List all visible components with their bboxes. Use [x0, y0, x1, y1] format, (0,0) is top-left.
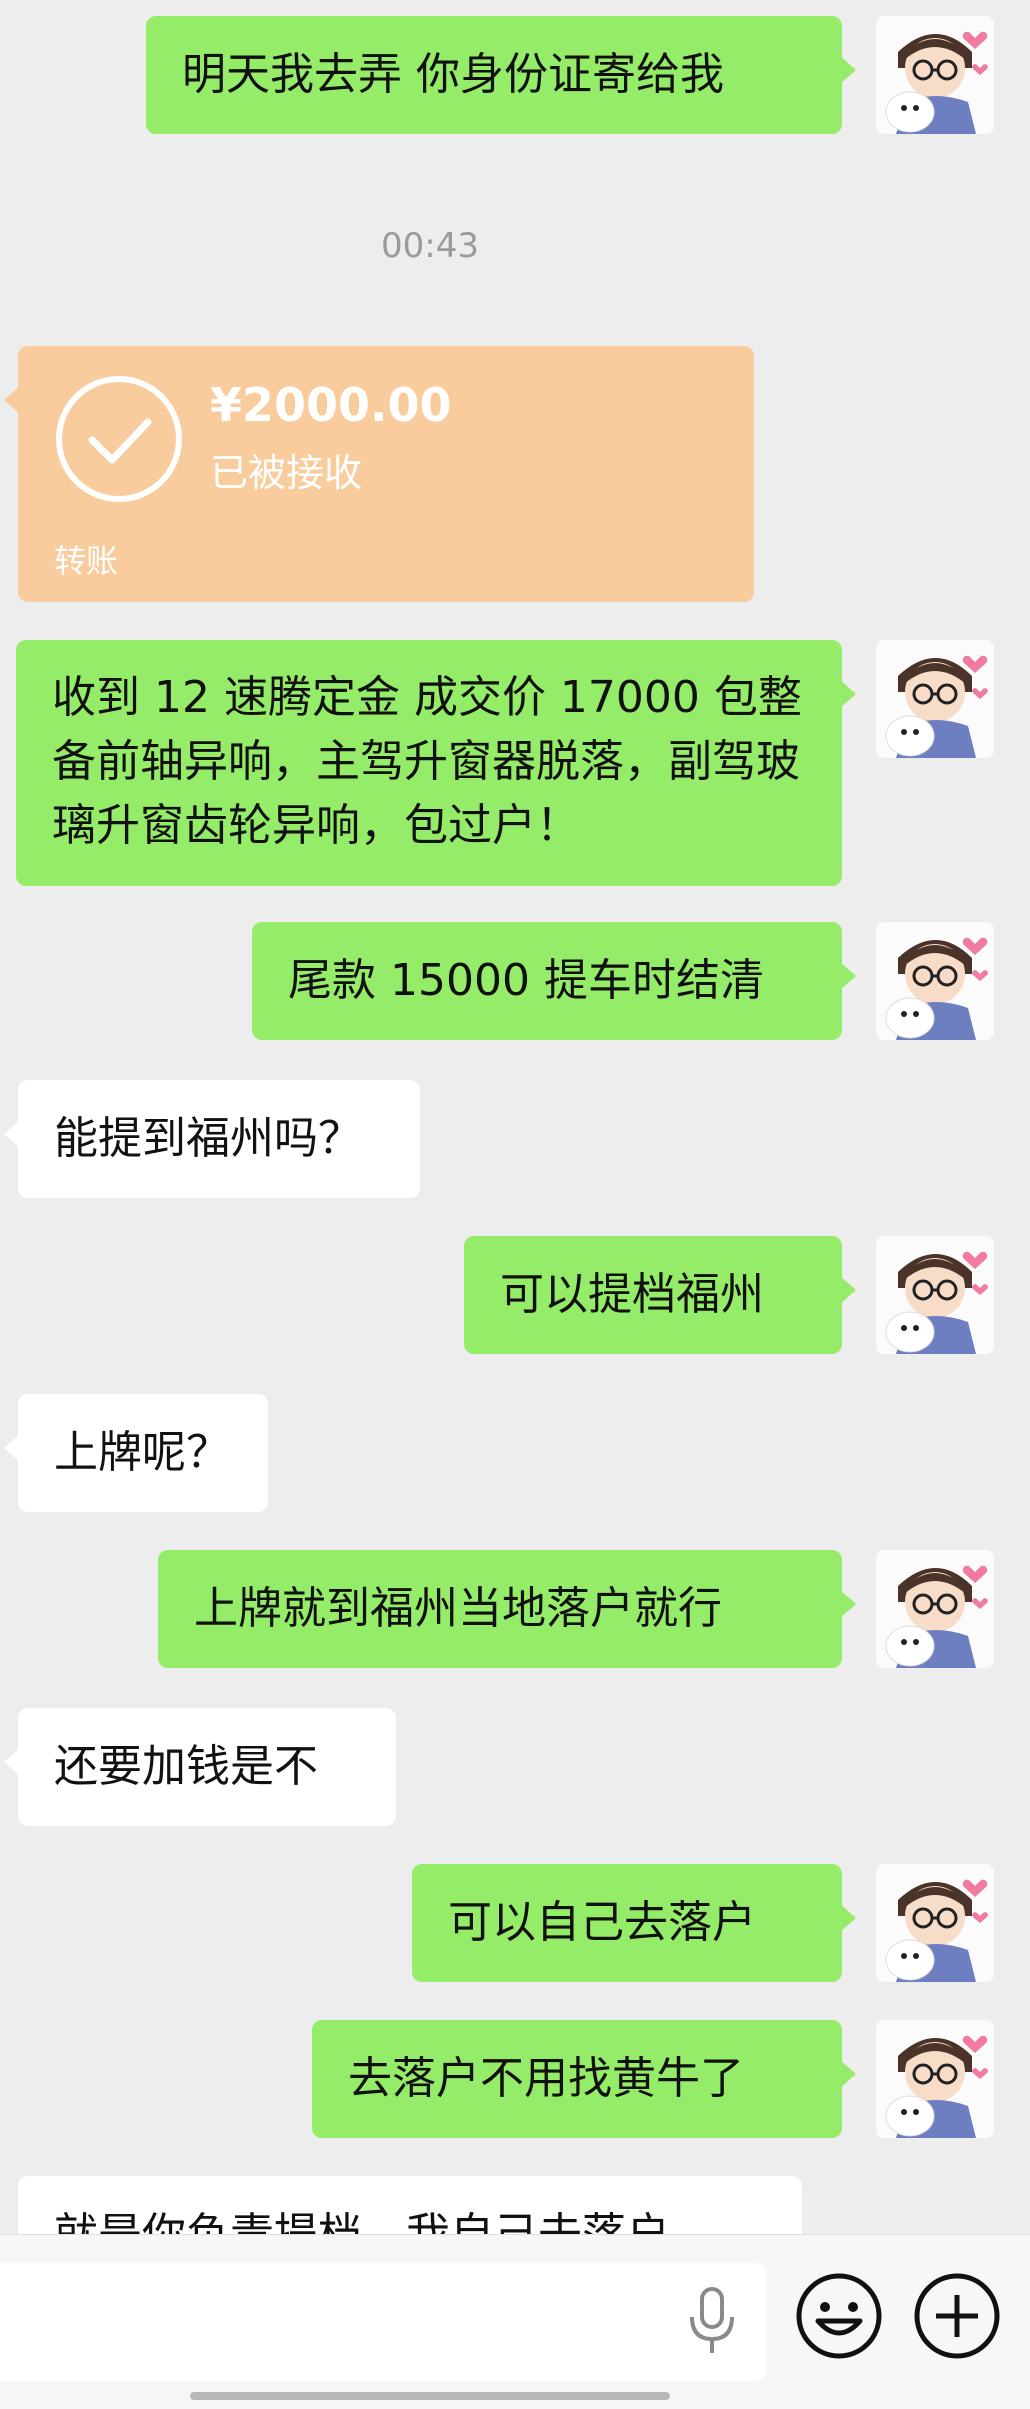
emoji-icon[interactable]	[794, 2271, 884, 2361]
message-text: 上牌就到福州当地落户就行	[194, 1583, 722, 1634]
avatar-icon[interactable]	[876, 1864, 994, 1982]
avatar-icon[interactable]	[876, 2020, 994, 2138]
message-text: 还要加钱是不	[54, 1741, 318, 1792]
message-text: 收到 12 速腾定金 成交价 17000 包整备前轴异响，主驾升窗器脱落，副驾玻…	[52, 672, 802, 851]
message-bubble-received[interactable]: 能提到福州吗？	[4, 1080, 420, 1198]
message-text: 可以提档福州	[500, 1269, 764, 1320]
timestamp: 00:43	[381, 226, 479, 266]
message-bubble-sent[interactable]: 可以自己去落户	[412, 1864, 856, 1982]
message-bubble-sent[interactable]: 上牌就到福州当地落户就行	[158, 1550, 856, 1668]
plus-icon[interactable]	[912, 2271, 1002, 2361]
microphone-icon[interactable]	[686, 2287, 738, 2357]
check-circle-icon	[56, 376, 182, 502]
message-bubble-received[interactable]: 上牌呢？	[4, 1394, 268, 1512]
avatar-icon[interactable]	[876, 16, 994, 134]
message-bubble-sent[interactable]: 明天我去弄 你身份证寄给我	[146, 16, 856, 134]
transfer-amount: ¥2000.00	[210, 378, 452, 432]
transfer-card[interactable]: ¥2000.00 已被接收 转账	[4, 346, 754, 602]
avatar-icon[interactable]	[876, 1550, 994, 1668]
avatar-icon[interactable]	[876, 922, 994, 1040]
transfer-status: 已被接收	[210, 451, 363, 495]
message-input[interactable]	[0, 2263, 766, 2381]
message-text: 上牌呢？	[54, 1427, 230, 1478]
message-bubble-sent[interactable]: 可以提档福州	[464, 1236, 856, 1354]
transfer-label: 转账	[54, 542, 119, 580]
input-bar	[0, 2234, 1030, 2409]
message-bubble-received[interactable]: 还要加钱是不	[4, 1708, 396, 1826]
message-text: 能提到福州吗？	[54, 1113, 362, 1164]
home-indicator[interactable]	[190, 2392, 670, 2400]
message-text: 去落户不用找黄牛了	[348, 2053, 744, 2104]
message-bubble-sent[interactable]: 尾款 15000 提车时结清	[252, 922, 856, 1040]
message-text: 可以自己去落户	[448, 1897, 756, 1948]
avatar-icon[interactable]	[876, 640, 994, 758]
message-bubble-sent[interactable]: 去落户不用找黄牛了	[312, 2020, 856, 2138]
message-text: 明天我去弄 你身份证寄给我	[182, 49, 724, 100]
message-bubble-sent[interactable]: 收到 12 速腾定金 成交价 17000 包整备前轴异响，主驾升窗器脱落，副驾玻…	[16, 640, 856, 886]
message-text: 尾款 15000 提车时结清	[288, 955, 764, 1006]
avatar-icon[interactable]	[876, 1236, 994, 1354]
